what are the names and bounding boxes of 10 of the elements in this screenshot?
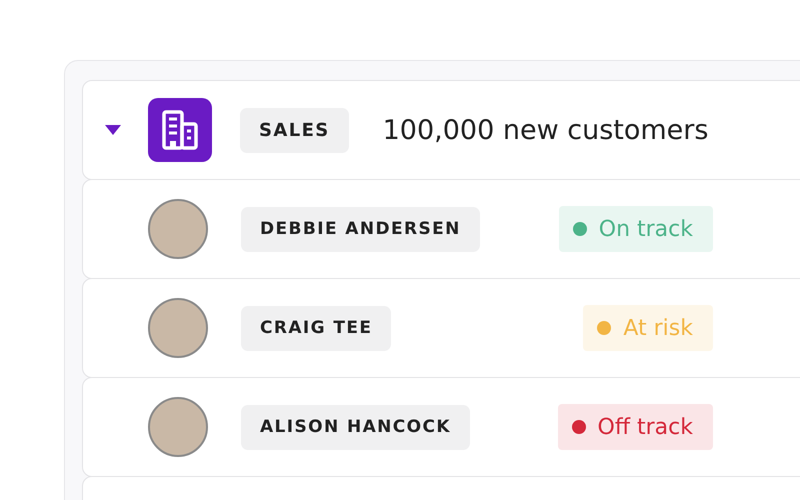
owner-name: CRAIG TEE (241, 306, 392, 350)
caret-icon[interactable] (104, 124, 122, 136)
building-icon (148, 98, 212, 162)
status-label: At risk (623, 316, 693, 340)
status-label: Off track (598, 414, 693, 440)
owner-name: ALISON HANCOCK (241, 404, 470, 450)
owner-name: DEBBIE ANDERSEN (241, 206, 480, 252)
goal-title: 100,000 new customers (382, 114, 708, 146)
status-label: On track (598, 216, 693, 242)
department-tag: SALES (240, 108, 349, 152)
